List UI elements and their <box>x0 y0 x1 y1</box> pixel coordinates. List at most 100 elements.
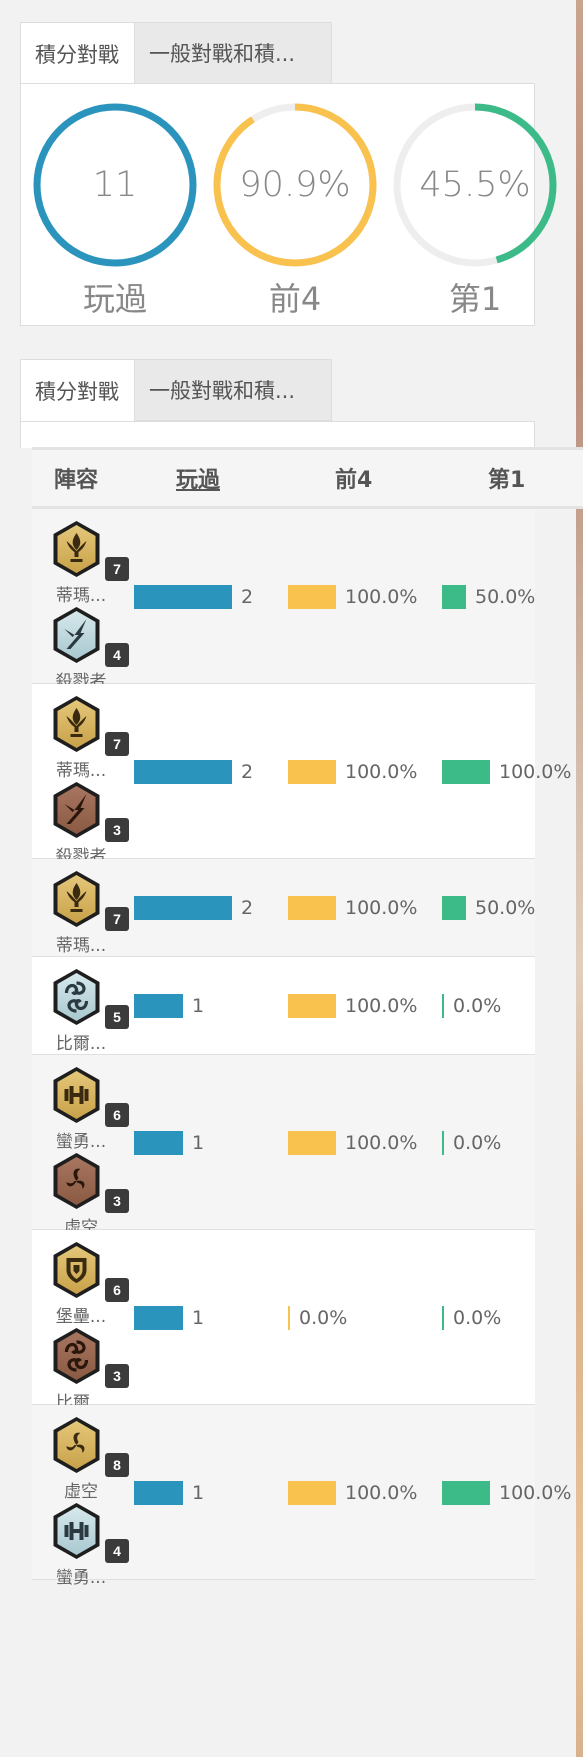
header-played[interactable]: 玩過 <box>176 450 220 506</box>
top4-value: 90.9% <box>239 165 351 205</box>
tab-ranked-2-label: 積分對戰 <box>35 379 119 404</box>
dumbbell-icon <box>50 1065 103 1125</box>
table-row[interactable]: 6 堡壘... 3 比爾... 1 0.0% 0.0% <box>32 1230 535 1413</box>
shield-icon <box>50 1240 103 1300</box>
trait-name: 蠻勇... <box>55 1568 107 1588</box>
played-cell: 2 <box>134 584 253 610</box>
top4-text: 100.0% <box>345 897 418 919</box>
first-bar <box>442 760 490 784</box>
first-text: 50.0% <box>475 586 536 608</box>
first-cell: 100.0% <box>442 759 571 785</box>
first-bar <box>442 1306 444 1330</box>
top4-cell: 100.0% <box>288 759 417 785</box>
tab-ranked-label: 積分對戰 <box>35 42 119 67</box>
top4-bar <box>288 585 336 609</box>
first-value: 45.5% <box>419 165 531 205</box>
first-bar <box>442 1131 444 1155</box>
first-text: 100.0% <box>499 1482 572 1504</box>
trait-count-badge: 3 <box>105 1189 129 1213</box>
first-cell: 50.0% <box>442 584 535 610</box>
played-value: 11 <box>92 165 138 205</box>
first-cell: 0.0% <box>442 1130 501 1156</box>
first-text: 50.0% <box>475 897 536 919</box>
played-bar <box>134 896 232 920</box>
played-text: 1 <box>192 1482 205 1504</box>
comp-panel <box>20 421 535 448</box>
played-text: 2 <box>241 897 254 919</box>
trait-count-badge: 6 <box>105 1278 129 1302</box>
trait-count-badge: 4 <box>105 1539 129 1563</box>
blade-icon <box>50 605 103 665</box>
trait-name: 虛空 <box>64 1482 98 1502</box>
played-text: 1 <box>192 995 205 1017</box>
table-row[interactable]: 7 蒂瑪... 3 殺戮者 2 100.0% 100.0% <box>32 684 571 867</box>
tab-normal-label: 一般對戰和積... <box>149 42 296 66</box>
top4-bar <box>288 1131 336 1155</box>
top4-bar <box>288 994 336 1018</box>
played-bar <box>134 1131 183 1155</box>
table-row[interactable]: 7 蒂瑪... 4 殺戮者 2 100.0% 50.0% <box>32 509 535 692</box>
played-cell: 1 <box>134 1130 204 1156</box>
first-bar <box>442 585 466 609</box>
table-row[interactable]: 8 虛空 4 蠻勇... 1 100.0% 100.0% <box>32 1405 571 1588</box>
trait-count-badge: 3 <box>105 818 129 842</box>
fleur-icon <box>50 869 103 929</box>
top4-cell: 100.0% <box>288 1480 417 1506</box>
trait-name: 蠻勇... <box>55 1132 107 1152</box>
played-bar <box>134 760 232 784</box>
played-text: 2 <box>241 761 254 783</box>
trait-name: 蒂瑪... <box>55 761 107 781</box>
table-row[interactable]: 7 蒂瑪... 2 100.0% 50.0% <box>32 859 535 957</box>
header-top4[interactable]: 前4 <box>335 450 372 506</box>
table-row[interactable]: 5 比爾... 1 100.0% 0.0% <box>32 957 535 1055</box>
trait-count-badge: 7 <box>105 732 129 756</box>
top4-bar <box>288 1306 290 1330</box>
trait-name: 比爾... <box>55 1034 107 1054</box>
top4-cell: 100.0% <box>288 1130 417 1156</box>
swirl-icon <box>50 1326 103 1386</box>
tab-normal-2[interactable]: 一般對戰和積... <box>135 359 332 421</box>
played-bar <box>134 1481 183 1505</box>
first-text: 100.0% <box>499 761 572 783</box>
background-edge <box>576 0 583 1757</box>
blade-icon <box>50 780 103 840</box>
trait-name: 蒂瑪... <box>55 936 107 956</box>
top4-cell: 100.0% <box>288 584 417 610</box>
first-text: 0.0% <box>453 1132 502 1154</box>
top4-bar <box>288 760 336 784</box>
tab-normal[interactable]: 一般對戰和積... <box>135 22 332 84</box>
summary-tabs: 積分對戰 一般對戰和積... <box>20 22 332 84</box>
trait-count-badge: 5 <box>105 1005 129 1029</box>
first-bar <box>442 896 466 920</box>
first-bar <box>442 1481 490 1505</box>
header-comp[interactable]: 陣容 <box>54 450 98 506</box>
tab-normal-2-label: 一般對戰和積... <box>149 379 296 403</box>
first-cell: 0.0% <box>442 993 501 1019</box>
played-ring: 11 <box>31 101 199 269</box>
trait-count-badge: 8 <box>105 1453 129 1477</box>
first-bar <box>442 994 444 1018</box>
top4-label: 前4 <box>268 280 322 318</box>
played-cell: 1 <box>134 993 204 1019</box>
comp-table: 7 蒂瑪... 4 殺戮者 2 100.0% 50.0% 7 蒂瑪... 3 殺戮者 2… <box>32 509 571 1588</box>
trait-count-badge: 4 <box>105 643 129 667</box>
tab-ranked[interactable]: 積分對戰 <box>20 22 135 84</box>
header-first[interactable]: 第1 <box>488 450 525 506</box>
first-cell: 50.0% <box>442 895 535 921</box>
trait-count-badge: 3 <box>105 1364 129 1388</box>
played-bar <box>134 1306 183 1330</box>
table-row[interactable]: 6 蠻勇... 3 虛空 1 100.0% 0.0% <box>32 1055 535 1238</box>
top4-ring: 90.9% <box>211 101 379 269</box>
tab-ranked-2[interactable]: 積分對戰 <box>20 359 135 421</box>
played-text: 1 <box>192 1132 205 1154</box>
first-text: 0.0% <box>453 1307 502 1329</box>
first-text: 0.0% <box>453 995 502 1017</box>
played-cell: 2 <box>134 759 253 785</box>
top4-text: 100.0% <box>345 1132 418 1154</box>
table-header: 陣容 玩過 前4 第1 <box>32 447 583 509</box>
trait-name: 堡壘... <box>55 1307 107 1327</box>
played-cell: 1 <box>134 1480 204 1506</box>
top4-text: 100.0% <box>345 1482 418 1504</box>
top4-text: 100.0% <box>345 995 418 1017</box>
top4-bar <box>288 896 336 920</box>
